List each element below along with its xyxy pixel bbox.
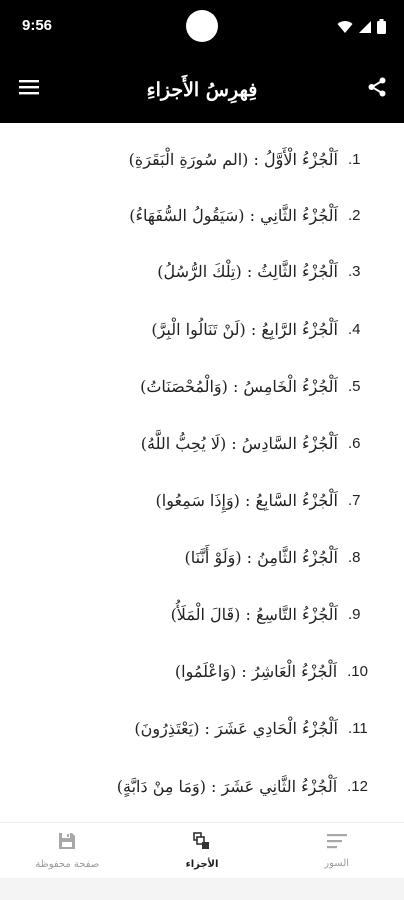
juz-list-item[interactable]: اَلْجُزْءُ الْعَاشِرُ : (وَاعْلَمُوا) .1… (20, 651, 368, 691)
juz-name: اَلْجُزْءُ الْحَادِي عَشَرَ : (يَعْتَذِر… (134, 718, 338, 738)
battery-icon (377, 19, 386, 38)
menu-button[interactable] (10, 70, 48, 108)
surah-list-icon (326, 833, 347, 853)
juz-number: .8 (348, 548, 361, 566)
juz-icon (193, 832, 211, 854)
status-icons (337, 19, 386, 38)
juz-number: .4 (348, 320, 361, 338)
page-title: فِهرِسُ الأَجزاءِ (146, 79, 258, 101)
juz-name: اَلْجُزْءُ التَّاسِعُ : (قَالَ الْمَلَأُ… (170, 604, 338, 624)
juz-list-item[interactable]: اَلْجُزْءُ السَّادِسُ : (لَا يُحِبُّ الل… (20, 423, 368, 463)
juz-number: .7 (348, 491, 361, 509)
juz-number: .2 (348, 206, 361, 224)
bottom-nav: صفحة محفوظة الأجزاء السور (0, 822, 404, 879)
juz-list-item[interactable]: اَلْجُزْءُ الْحَادِي عَشَرَ : (يَعْتَذِر… (20, 708, 368, 748)
nav-label: السور (324, 858, 350, 869)
app-bar: فِهرِسُ الأَجزاءِ (0, 56, 404, 123)
nav-label: صفحة محفوظة (35, 859, 100, 870)
wifi-icon (337, 19, 353, 38)
nav-item-surahs[interactable]: السور (269, 823, 404, 879)
nav-item-saved-page[interactable]: صفحة محفوظة (0, 823, 135, 879)
juz-list: اَلْجُزْءُ الْأَوَّلُ : (الم سُورَةِ الْ… (0, 123, 404, 822)
juz-name: اَلْجُزْءُ السَّادِسُ : (لَا يُحِبُّ الل… (140, 433, 338, 453)
nav-item-juz[interactable]: الأجزاء (135, 823, 270, 879)
juz-number: .3 (348, 262, 361, 280)
camera-cutout (186, 10, 218, 42)
juz-number: .9 (348, 605, 361, 623)
screen: 9:56 فِهرِسُ الأَجزاءِ اَلْجُزْءُ الْأَو… (0, 0, 404, 900)
hamburger-menu-icon (19, 79, 39, 99)
juz-list-item[interactable]: اَلْجُزْءُ الثَّالِثُ : (تِلْكَ الرُّسُل… (20, 251, 368, 291)
juz-name: اَلْجُزْءُ الثَّامِنُ : (وَلَوْ أَنَّنَا… (184, 547, 338, 567)
juz-name: اَلْجُزْءُ الثَّانِي عَشَرَ : (وَمَا مِن… (116, 776, 338, 796)
share-button[interactable] (358, 70, 396, 108)
juz-list-item[interactable]: اَلْجُزْءُ التَّاسِعُ : (قَالَ الْمَلَأُ… (20, 594, 368, 634)
juz-list-item[interactable]: اَلْجُزْءُ الثَّامِنُ : (وَلَوْ أَنَّنَا… (20, 537, 368, 577)
save-icon (58, 832, 76, 854)
juz-number: .6 (348, 434, 361, 452)
gesture-area (0, 878, 404, 900)
status-bar: 9:56 (0, 0, 404, 56)
nav-label: الأجزاء (185, 859, 219, 870)
juz-number: .5 (348, 377, 361, 395)
juz-number: .12 (347, 777, 368, 795)
status-time: 9:56 (22, 17, 53, 34)
share-icon (367, 77, 387, 101)
juz-name: اَلْجُزْءُ السَّابِعُ : (وَإِذَا سَمِعُو… (155, 490, 338, 510)
juz-name: اَلْجُزْءُ الثَّالِثُ : (تِلْكَ الرُّسُل… (157, 261, 338, 281)
juz-list-item[interactable]: اَلْجُزْءُ الثَّانِي : (سَيَقُولُ السُّف… (20, 195, 368, 235)
signal-icon (358, 19, 372, 38)
juz-name: اَلْجُزْءُ الْخَامِسُ : (وَالْمُحْصَنَات… (140, 376, 338, 396)
juz-list-item[interactable]: اَلْجُزْءُ الْأَوَّلُ : (الم سُورَةِ الْ… (20, 139, 368, 179)
juz-list-item[interactable]: اَلْجُزْءُ الثَّانِي عَشَرَ : (وَمَا مِن… (20, 766, 368, 806)
juz-name: اَلْجُزْءُ الرَّابِعُ : (لَنْ تَنَالُوا … (151, 319, 338, 339)
juz-number: .1 (348, 150, 361, 168)
juz-list-item[interactable]: اَلْجُزْءُ الرَّابِعُ : (لَنْ تَنَالُوا … (20, 309, 368, 349)
juz-name: اَلْجُزْءُ الثَّانِي : (سَيَقُولُ السُّف… (129, 205, 338, 225)
juz-list-item[interactable]: اَلْجُزْءُ السَّابِعُ : (وَإِذَا سَمِعُو… (20, 480, 368, 520)
juz-list-item[interactable]: اَلْجُزْءُ الْخَامِسُ : (وَالْمُحْصَنَات… (20, 366, 368, 406)
juz-number: .10 (347, 662, 368, 680)
juz-name: اَلْجُزْءُ الْعَاشِرُ : (وَاعْلَمُوا) (174, 661, 338, 681)
juz-number: .11 (348, 719, 368, 737)
juz-name: اَلْجُزْءُ الْأَوَّلُ : (الم سُورَةِ الْ… (128, 149, 338, 169)
